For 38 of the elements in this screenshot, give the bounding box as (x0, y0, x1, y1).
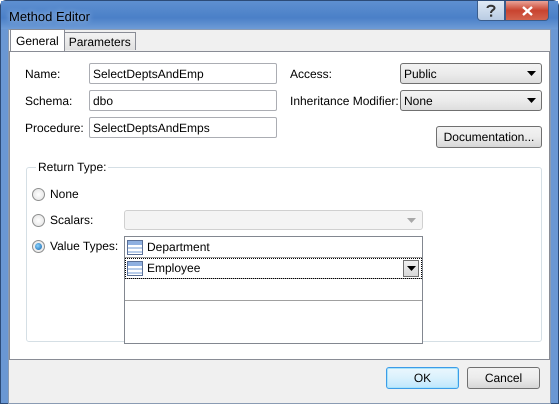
input-field[interactable]: SelectDeptsAndEmps (89, 117, 277, 138)
list-item-label: Department (147, 240, 211, 254)
group-title: Return Type: (37, 160, 108, 174)
dropdown-arrow-button[interactable] (403, 260, 419, 276)
help-button[interactable] (477, 1, 505, 21)
input-field[interactable]: SelectDeptsAndEmp (89, 63, 277, 84)
field-label: Name: (25, 66, 62, 80)
list-item-label: Employee (147, 261, 202, 275)
input-field[interactable]: dbo (89, 90, 277, 111)
dropdown-arrow-icon (527, 71, 536, 76)
tab[interactable]: General (10, 29, 65, 51)
field-label: Procedure: (25, 120, 85, 134)
list-row[interactable]: Department (125, 237, 422, 258)
radio-button[interactable] (32, 240, 45, 252)
field-label: Schema: (25, 94, 74, 108)
field-label: Inheritance Modifier: (290, 94, 400, 108)
dropdown[interactable]: None (400, 90, 542, 111)
tab[interactable]: Parameters (64, 32, 136, 50)
close-icon (522, 6, 532, 16)
dropdown[interactable]: Public (400, 63, 542, 84)
help-icon (486, 4, 496, 17)
close-button[interactable] (505, 1, 549, 21)
dropdown-arrow-icon (527, 98, 536, 103)
dropdown-arrow-icon (407, 218, 416, 222)
dropdown-arrow-icon (406, 266, 416, 270)
table-icon (127, 260, 143, 276)
window-title: Method Editor (9, 9, 91, 24)
dialog-button[interactable]: Cancel (467, 367, 540, 389)
value-types-list[interactable]: Department Employee (124, 236, 423, 344)
documentation-button[interactable]: Documentation... (436, 126, 542, 148)
radio-label: Scalars: (50, 213, 94, 227)
radio-label: Value Types: (50, 239, 118, 253)
list-row[interactable]: Employee (125, 258, 422, 279)
radio-label: None (50, 187, 79, 201)
dialog-button[interactable]: OK (386, 367, 459, 389)
field-label: Access: (290, 66, 334, 80)
table-icon (127, 240, 143, 254)
radio-button[interactable] (32, 188, 45, 200)
